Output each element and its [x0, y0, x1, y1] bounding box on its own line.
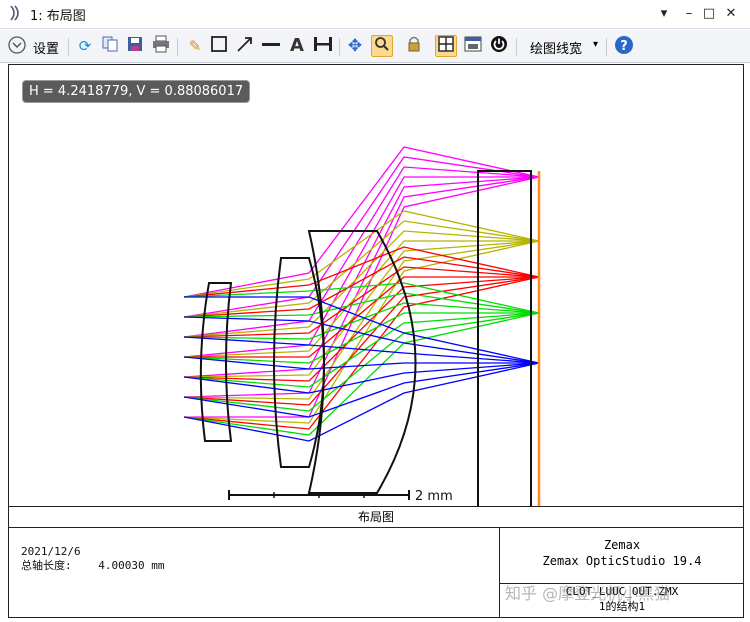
ray-fan-group	[183, 146, 540, 442]
save-icon[interactable]	[124, 35, 146, 57]
window-layout-icon[interactable]	[462, 35, 484, 57]
settings-button[interactable]: 设置	[33, 38, 59, 57]
line-icon[interactable]	[260, 35, 282, 57]
close-button[interactable]: ✕	[722, 5, 740, 23]
window-title: 1: 布局图	[30, 9, 86, 24]
window-plate	[477, 170, 532, 507]
svg-text:?: ?	[620, 39, 628, 54]
ray-line	[183, 362, 540, 442]
help-icon[interactable]: ?	[613, 35, 635, 57]
product-name: Zemax OpticStudio 19.4	[542, 554, 702, 568]
date-text: 2021/12/6	[21, 545, 81, 558]
scale-label: 2 mm	[415, 489, 453, 504]
print-icon[interactable]	[150, 35, 172, 57]
toolbar: 设置 ⟳ ✎ A ✥ 绘图线宽 ▾ ?	[0, 30, 750, 63]
watermark: 知乎 @摩登光机小黑猫	[505, 584, 671, 603]
company-name: Zemax	[603, 538, 641, 552]
lock-icon[interactable]	[403, 35, 425, 57]
zemax-app-icon	[10, 5, 19, 21]
dimension-icon[interactable]	[312, 35, 334, 57]
ray-line	[183, 362, 540, 418]
footer-title: 布局图	[9, 507, 743, 528]
grid-layout-icon[interactable]	[435, 35, 457, 57]
line-width-dropdown[interactable]: 绘图线宽	[530, 38, 582, 57]
axis-length-value: 4.00030 mm	[98, 559, 165, 572]
copy-icon[interactable]	[99, 35, 121, 57]
coordinate-readout: H = 4.2418779, V = 0.88086017	[22, 80, 251, 103]
pencil-icon[interactable]: ✎	[184, 35, 206, 57]
window-titlebar: 1: 布局图 ▾ – □ ✕	[0, 0, 750, 29]
dropdown-arrow-icon[interactable]: ▾	[593, 39, 598, 50]
footer-info: 2021/12/6 总轴长度: 4.00030 mm	[21, 545, 164, 573]
arrow-icon[interactable]	[234, 35, 256, 57]
refresh-icon[interactable]: ⟳	[74, 35, 96, 57]
layout-canvas[interactable]: 2 mm	[8, 64, 744, 507]
rectangle-icon[interactable]	[208, 35, 230, 57]
dropdown-icon[interactable]: ▾	[655, 5, 673, 23]
zoom-icon[interactable]	[371, 35, 393, 57]
axis-length-label: 总轴长度:	[21, 559, 72, 572]
settings-chevron-icon[interactable]	[6, 35, 28, 57]
minimize-button[interactable]: –	[680, 5, 698, 23]
maximize-button[interactable]: □	[700, 5, 718, 23]
power-icon[interactable]	[488, 35, 510, 57]
pan-icon[interactable]: ✥	[344, 35, 366, 57]
text-icon[interactable]: A	[286, 35, 308, 57]
optical-layout-drawing: 2 mm	[183, 146, 541, 507]
scale-bar: 2 mm	[228, 489, 453, 504]
